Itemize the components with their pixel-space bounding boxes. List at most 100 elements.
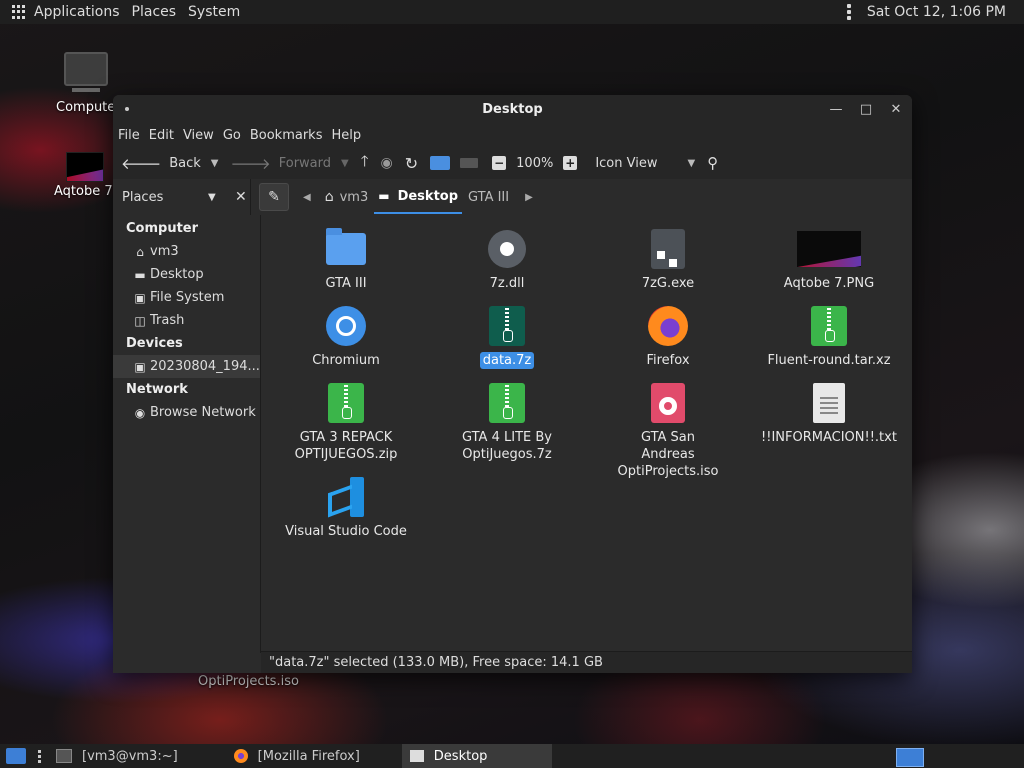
stop-icon[interactable]: ◉ bbox=[381, 155, 393, 171]
desktop-icon-computer[interactable]: Compute bbox=[56, 52, 115, 115]
file-item[interactable]: !!INFORMACION!!.txt bbox=[749, 381, 909, 446]
window-menu-icon[interactable] bbox=[125, 107, 129, 111]
search-icon[interactable]: ⚲ bbox=[707, 154, 718, 172]
desktop-icon: ▬ bbox=[134, 267, 146, 282]
sidebar-heading-network: Network bbox=[126, 382, 188, 397]
breadcrumb-desktop[interactable]: ▬ Desktop bbox=[374, 180, 463, 214]
arrow-right-icon: 🡒 bbox=[230, 154, 271, 173]
breadcrumb-vm3[interactable]: vm3 bbox=[340, 180, 375, 214]
file-name: Fluent-round.tar.xz bbox=[767, 353, 891, 368]
zoom-level: 100% bbox=[516, 155, 554, 171]
file-item[interactable]: Firefox bbox=[588, 304, 748, 369]
desktop-icon-label-optiprojects[interactable]: OptiProjects.iso bbox=[198, 674, 299, 689]
sidebar-item-vm3[interactable]: ⌂ vm3 bbox=[113, 240, 260, 263]
menu-go[interactable]: Go bbox=[220, 128, 247, 143]
forward-history-dropdown[interactable]: ▼ bbox=[341, 158, 349, 169]
drive-icon: ▣ bbox=[134, 290, 146, 305]
minimize-button[interactable]: — bbox=[828, 102, 844, 117]
reload-icon[interactable]: ↻ bbox=[405, 154, 418, 173]
desktop-icon-label: Aqtobe 7. bbox=[54, 184, 117, 199]
panel-menu-icon[interactable] bbox=[846, 4, 851, 20]
window-title: Desktop bbox=[482, 101, 543, 117]
system-menu[interactable]: System bbox=[182, 4, 246, 20]
chromium-icon bbox=[326, 306, 366, 346]
view-mode-select[interactable]: Icon View ▼ bbox=[595, 156, 707, 171]
sidebar-item-label: File System bbox=[150, 290, 225, 305]
computer-icon bbox=[63, 52, 108, 92]
task-firefox[interactable]: [Mozilla Firefox] bbox=[226, 744, 368, 768]
sidebar-selector[interactable]: Places ▼ ✕ bbox=[113, 179, 251, 215]
file-name: Aqtobe 7.PNG bbox=[783, 276, 875, 291]
chevron-down-icon: ▼ bbox=[208, 191, 216, 203]
back-label: Back bbox=[169, 155, 201, 171]
zoom-out-button[interactable]: − bbox=[492, 156, 507, 170]
menu-help[interactable]: Help bbox=[328, 128, 367, 143]
close-sidebar-icon[interactable]: ✕ bbox=[235, 189, 247, 205]
file-name: 7zG.exe bbox=[641, 276, 695, 291]
archive-icon bbox=[489, 306, 525, 346]
breadcrumb-left-arrow-icon[interactable]: ◀ bbox=[303, 192, 311, 203]
sidebar-item-trash[interactable]: ◫ Trash bbox=[113, 309, 260, 332]
file-item[interactable]: GTA 3 REPACK OPTIJUEGOS.zip bbox=[266, 381, 426, 463]
menu-edit[interactable]: Edit bbox=[146, 128, 180, 143]
file-name: GTA 3 REPACK OPTIJUEGOS.zip bbox=[294, 430, 398, 462]
file-item[interactable]: GTA San Andreas OptiProjects.iso bbox=[588, 381, 748, 480]
file-item[interactable]: Visual Studio Code bbox=[266, 475, 426, 540]
home-folder-button[interactable] bbox=[430, 156, 451, 170]
computer-button[interactable] bbox=[460, 158, 479, 168]
breadcrumb-gta-iii[interactable]: GTA III bbox=[468, 180, 515, 214]
sidebar-item-file-system[interactable]: ▣ File System bbox=[113, 286, 260, 309]
archive-icon bbox=[328, 383, 364, 423]
archive-icon bbox=[489, 383, 525, 423]
icon-view[interactable]: GTA III 7z.dll 7zG.exe Aqtobe 7.PNG Chro… bbox=[261, 215, 912, 651]
maximize-button[interactable]: □ bbox=[858, 102, 874, 117]
file-item[interactable]: 7zG.exe bbox=[588, 227, 748, 292]
applications-menu[interactable]: Applications bbox=[28, 4, 126, 20]
executable-icon bbox=[651, 229, 685, 269]
file-item[interactable]: Aqtobe 7.PNG bbox=[749, 227, 909, 292]
task-desktop[interactable]: Desktop bbox=[401, 744, 552, 768]
chevron-down-icon: ▼ bbox=[687, 157, 696, 169]
sidebar-item-desktop[interactable]: ▬ Desktop bbox=[113, 263, 260, 286]
applications-grid-icon[interactable] bbox=[12, 5, 26, 19]
file-item[interactable]: GTA III bbox=[266, 227, 426, 292]
home-icon: ⌂ bbox=[324, 189, 334, 205]
back-button[interactable]: 🡐 Back bbox=[121, 154, 201, 173]
desktop-icon-aqtobe[interactable]: Aqtobe 7. bbox=[54, 152, 117, 199]
breadcrumb-right-arrow-icon[interactable]: ▶ bbox=[525, 192, 533, 203]
file-item-selected[interactable]: data.7z bbox=[427, 304, 587, 369]
arrow-left-icon: 🡐 bbox=[121, 154, 162, 173]
gear-icon bbox=[488, 230, 526, 268]
file-item[interactable]: 7z.dll bbox=[427, 227, 587, 292]
back-history-dropdown[interactable]: ▼ bbox=[211, 158, 219, 169]
places-menu[interactable]: Places bbox=[126, 4, 183, 20]
workspace-switcher[interactable] bbox=[896, 748, 924, 767]
file-item[interactable]: Chromium bbox=[266, 304, 426, 369]
close-button[interactable]: ✕ bbox=[888, 102, 904, 117]
up-arrow-icon[interactable]: 🡑 bbox=[361, 151, 369, 176]
edit-location-button[interactable]: ✎ bbox=[259, 183, 289, 211]
menu-view[interactable]: View bbox=[180, 128, 220, 143]
sidebar-item-browse-network[interactable]: ◉ Browse Network bbox=[113, 401, 260, 424]
show-desktop-button[interactable] bbox=[6, 748, 26, 764]
network-icon: ◉ bbox=[134, 405, 146, 420]
menu-file[interactable]: File bbox=[115, 128, 146, 143]
panel-handle-icon[interactable] bbox=[38, 749, 42, 763]
file-name: !!INFORMACION!!.txt bbox=[761, 430, 897, 445]
folder-icon bbox=[430, 156, 451, 170]
clock[interactable]: Sat Oct 12, 1:06 PM bbox=[861, 4, 1012, 20]
titlebar[interactable]: Desktop — □ ✕ bbox=[113, 95, 912, 123]
zoom-in-button[interactable]: + bbox=[563, 156, 578, 170]
menu-bookmarks[interactable]: Bookmarks bbox=[247, 128, 329, 143]
toolbar: 🡐 Back ▼ 🡒 Forward ▼ 🡑 ◉ ↻ − 100% + Icon… bbox=[113, 147, 912, 179]
sidebar-item-label: vm3 bbox=[150, 244, 179, 259]
task-terminal[interactable]: [vm3@vm3:~] bbox=[48, 744, 186, 768]
sidebar-item-device[interactable]: ▣ 20230804_194... bbox=[113, 355, 260, 378]
bottom-panel: [vm3@vm3:~] [Mozilla Firefox] Desktop bbox=[0, 744, 1024, 768]
file-item[interactable]: GTA 4 LITE By OptiJuegos.7z bbox=[427, 381, 587, 463]
forward-button[interactable]: 🡒 Forward bbox=[231, 154, 332, 173]
text-file-icon bbox=[813, 383, 845, 423]
file-name: Firefox bbox=[646, 353, 690, 368]
image-thumbnail-icon bbox=[797, 231, 861, 267]
file-item[interactable]: Fluent-round.tar.xz bbox=[749, 304, 909, 369]
